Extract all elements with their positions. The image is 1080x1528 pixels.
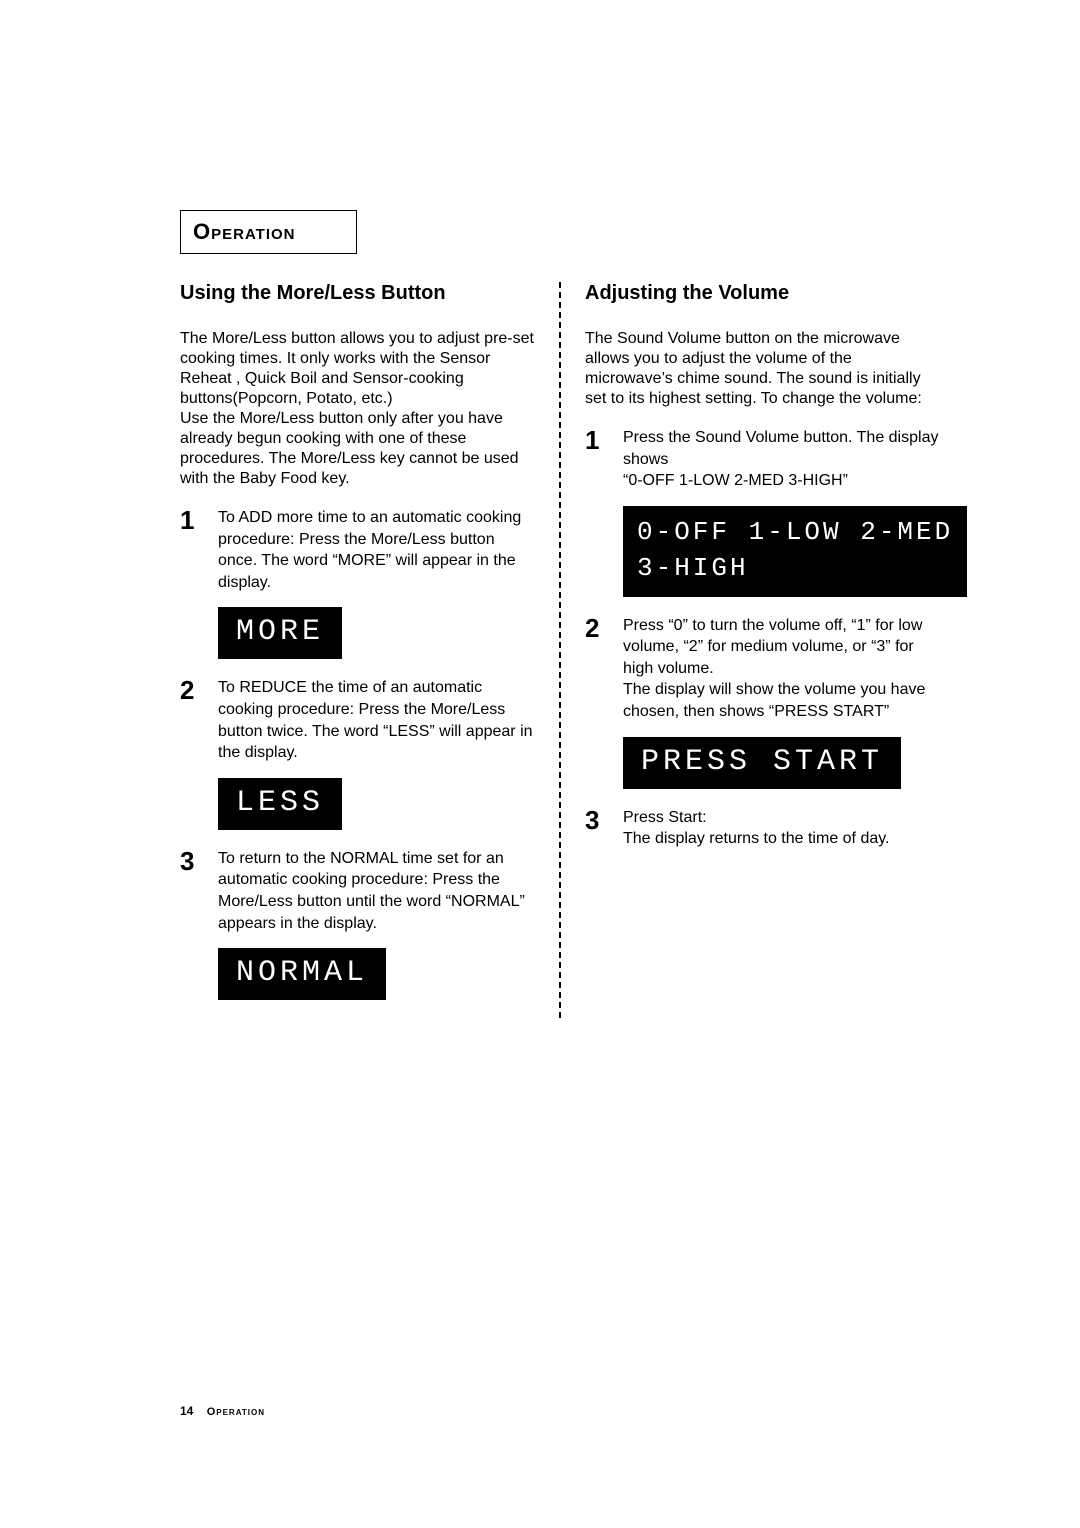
right-step-1: 1 Press the Sound Volume button. The dis… [585,427,940,492]
step-number: 1 [180,507,200,533]
two-column-layout: Using the More/Less Button The More/Less… [180,282,940,1018]
lcd-display-less: LESS [218,778,342,830]
step-number: 3 [180,848,200,874]
left-column: Using the More/Less Button The More/Less… [180,282,535,1018]
step-text: Press “0” to turn the volume off, “1” fo… [623,615,940,723]
page: Operation Using the More/Less Button The… [0,0,1080,1528]
left-step-2: 2 To REDUCE the time of an automatic coo… [180,677,535,763]
left-step-1: 1 To ADD more time to an automatic cooki… [180,507,535,593]
section-title-box: Operation [180,210,357,254]
lcd-display-press-start: PRESS START [623,737,901,789]
step-text: Press the Sound Volume button. The displ… [623,427,940,492]
step-number: 3 [585,807,605,833]
step-text: Press Start: The display returns to the … [623,807,940,850]
step-text: To REDUCE the time of an automatic cooki… [218,677,535,763]
step-text: To return to the NORMAL time set for an … [218,848,535,934]
lcd-display-more: MORE [218,607,342,659]
column-divider [559,282,561,1018]
left-intro: The More/Less button allows you to adjus… [180,329,535,489]
right-heading: Adjusting the Volume [585,282,940,305]
step-number: 1 [585,427,605,453]
page-footer: 14 Operation [180,1404,265,1418]
right-step-2: 2 Press “0” to turn the volume off, “1” … [585,615,940,723]
right-step-3: 3 Press Start: The display returns to th… [585,807,940,850]
lcd-display-normal: NORMAL [218,948,386,1000]
step-text: To ADD more time to an automatic cooking… [218,507,535,593]
right-column: Adjusting the Volume The Sound Volume bu… [585,282,940,1018]
section-title: Operation [193,219,296,244]
step-number: 2 [180,677,200,703]
lcd-display-volume-options: 0-OFF 1-LOW 2-MED 3-HIGH [623,506,967,597]
footer-section-label: Operation [207,1406,265,1418]
left-heading: Using the More/Less Button [180,282,535,305]
page-number: 14 [180,1404,193,1418]
right-intro: The Sound Volume button on the microwave… [585,329,940,409]
left-step-3: 3 To return to the NORMAL time set for a… [180,848,535,934]
step-number: 2 [585,615,605,641]
